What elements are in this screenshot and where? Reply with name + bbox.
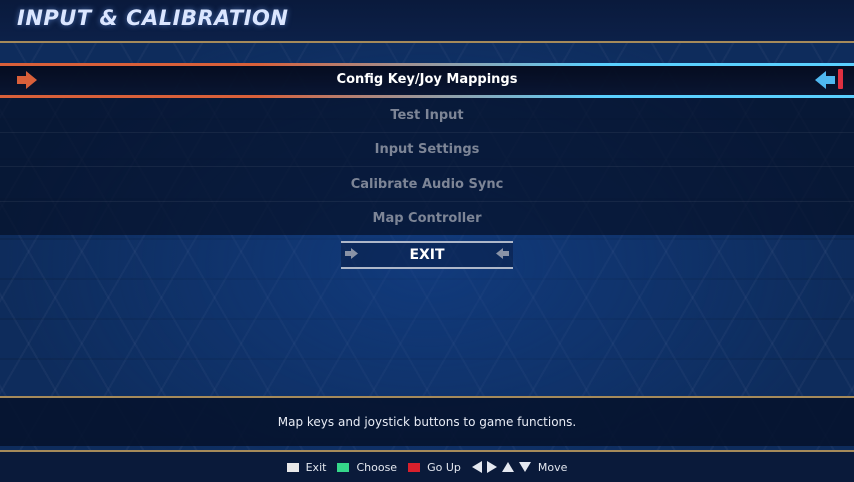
- exit-button[interactable]: EXIT: [341, 241, 513, 269]
- menu-item-label: Config Key/Joy Mappings: [336, 72, 518, 87]
- up-arrow-icon: [501, 462, 514, 472]
- description-panel: Map keys and joystick buttons to game fu…: [0, 396, 854, 446]
- menu-item-config-mappings[interactable]: Config Key/Joy Mappings: [0, 63, 854, 97]
- menu-item-test-input[interactable]: Test Input: [0, 98, 854, 133]
- menu-item-label: Calibrate Audio Sync: [350, 176, 504, 192]
- footer-go-up-label: Go Up: [427, 460, 461, 474]
- choose-key-icon: [337, 462, 350, 472]
- footer-choose-label: Choose: [356, 460, 398, 474]
- menu-item-label: Input Settings: [374, 141, 480, 157]
- footer-exit-label: Exit: [305, 460, 327, 474]
- page-title: INPUT & CALIBRATION: [17, 6, 289, 30]
- right-arrow-icon: [345, 248, 358, 259]
- down-arrow-icon: [518, 462, 531, 472]
- menu-item-calibrate-audio-sync[interactable]: Calibrate Audio Sync: [0, 167, 854, 202]
- go-up-key-icon: [408, 462, 421, 472]
- right-arrow-icon: [17, 71, 37, 89]
- selection-bottom-bar: [0, 95, 854, 98]
- left-arrow-icon: [815, 71, 835, 89]
- footer-move-label: Move: [537, 460, 568, 474]
- header-bar: INPUT & CALIBRATION: [0, 0, 854, 43]
- selection-marker: [838, 69, 843, 89]
- selection-top-bar: [0, 63, 854, 66]
- left-arrow-icon: [471, 461, 482, 473]
- menu-list: Config Key/Joy Mappings Test Input Input…: [0, 63, 854, 235]
- exit-label: EXIT: [409, 247, 445, 263]
- menu-item-map-controller[interactable]: Map Controller: [0, 201, 854, 235]
- menu-item-label: Test Input: [390, 107, 464, 123]
- menu-item-label: Map Controller: [372, 210, 482, 226]
- exit-key-icon: [286, 462, 299, 472]
- controls-footer: Exit Choose Go Up Move: [0, 450, 854, 482]
- menu-item-input-settings[interactable]: Input Settings: [0, 132, 854, 167]
- right-arrow-icon: [486, 461, 497, 473]
- left-arrow-icon: [496, 248, 509, 259]
- description-text: Map keys and joystick buttons to game fu…: [277, 415, 577, 429]
